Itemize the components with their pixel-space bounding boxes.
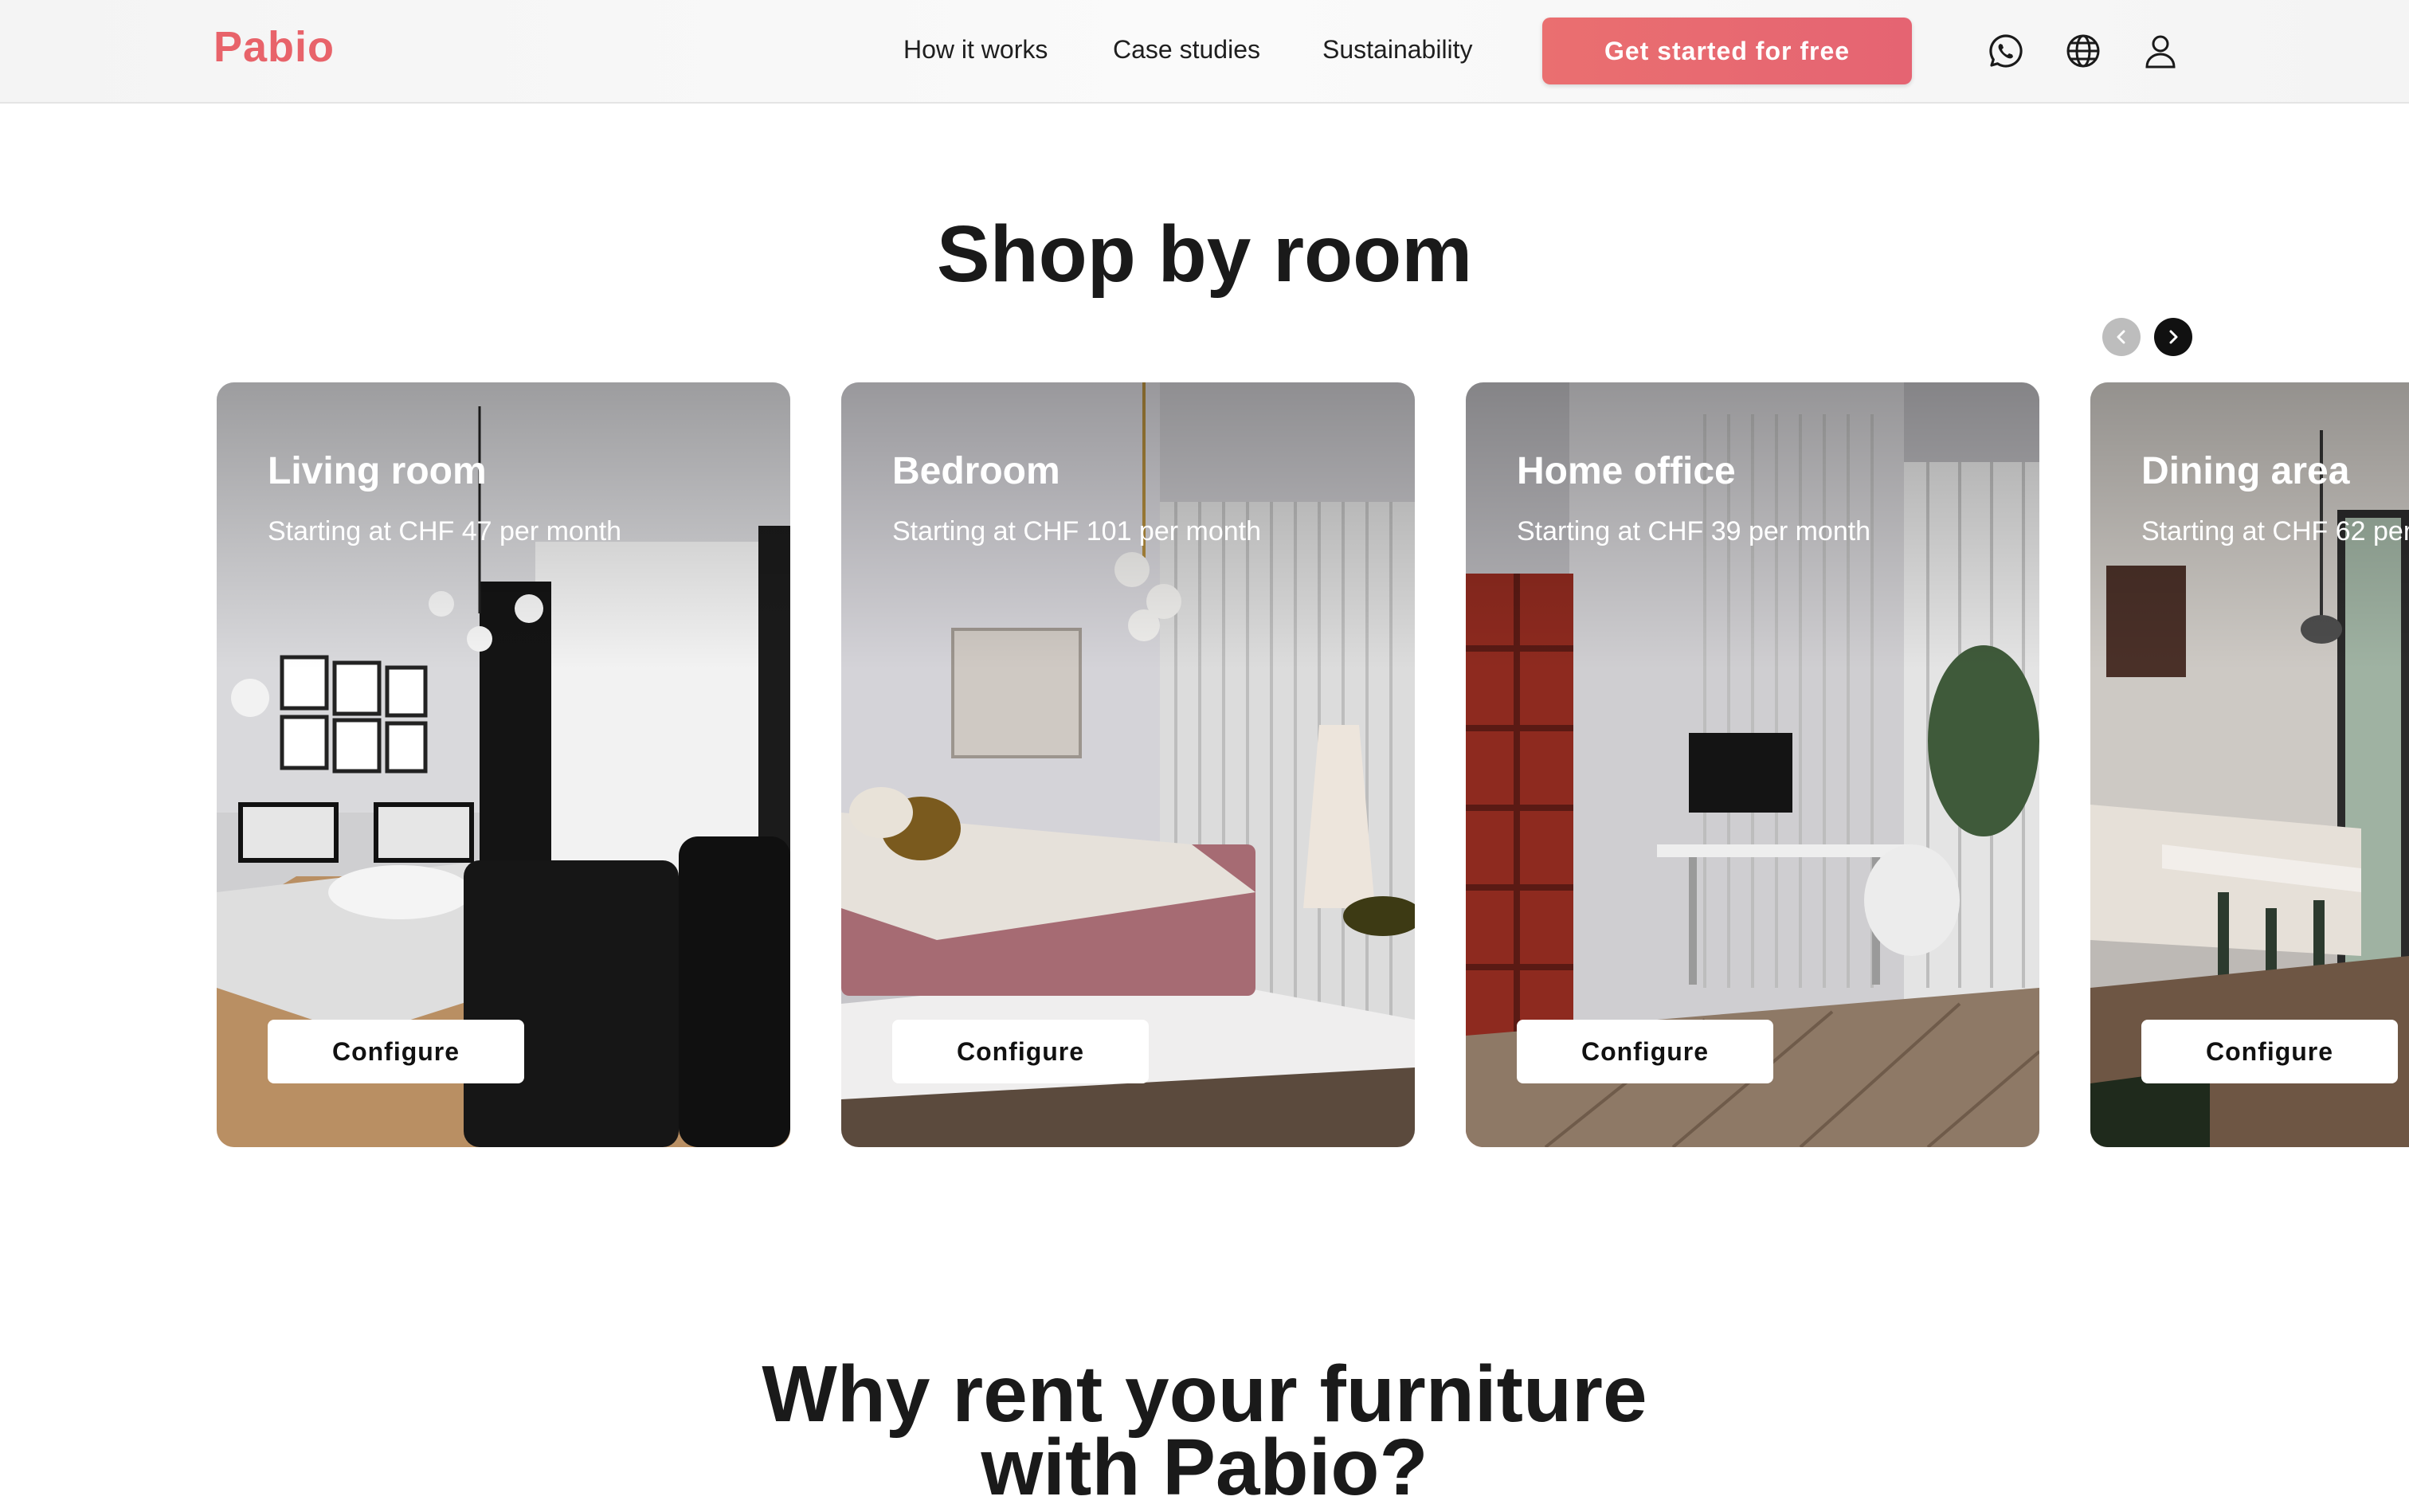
room-title: Living room bbox=[268, 450, 487, 492]
configure-button[interactable]: Configure bbox=[892, 1020, 1149, 1083]
room-card-bedroom[interactable]: Bedroom Starting at CHF 101 per month Co… bbox=[841, 382, 1415, 1147]
logo[interactable]: Pabio bbox=[213, 22, 335, 72]
chevron-right-icon bbox=[2169, 330, 2178, 344]
get-started-button[interactable]: Get started for free bbox=[1542, 18, 1912, 84]
carousel-prev-button[interactable] bbox=[2102, 318, 2141, 356]
user-icon[interactable] bbox=[2141, 32, 2180, 70]
site-header: Pabio How it works Case studies Sustaina… bbox=[0, 0, 2409, 104]
configure-button[interactable]: Configure bbox=[268, 1020, 524, 1083]
section-title: Shop by room bbox=[936, 210, 1473, 299]
carousel-next-button[interactable] bbox=[2154, 318, 2192, 356]
room-title: Bedroom bbox=[892, 450, 1060, 492]
nav-sustainability[interactable]: Sustainability bbox=[1322, 35, 1473, 65]
globe-icon[interactable] bbox=[2064, 32, 2102, 70]
why-rent-heading: Why rent your furniture with Pabio? bbox=[0, 1354, 2409, 1507]
why-rent-line-2: with Pabio? bbox=[981, 1423, 1428, 1512]
configure-button[interactable]: Configure bbox=[2141, 1020, 2398, 1083]
room-card-dining-area[interactable]: Dining area Starting at CHF 62 per month… bbox=[2090, 382, 2409, 1147]
room-price: Starting at CHF 39 per month bbox=[1517, 516, 1871, 546]
room-title: Home office bbox=[1517, 450, 1736, 492]
room-price: Starting at CHF 47 per month bbox=[268, 516, 622, 546]
room-price: Starting at CHF 62 per month bbox=[2141, 516, 2409, 546]
nav-case-studies[interactable]: Case studies bbox=[1113, 35, 1260, 65]
room-card-living-room[interactable]: Living room Starting at CHF 47 per month… bbox=[217, 382, 790, 1147]
configure-button[interactable]: Configure bbox=[1517, 1020, 1773, 1083]
chevron-left-icon bbox=[2117, 330, 2125, 344]
room-price: Starting at CHF 101 per month bbox=[892, 516, 1262, 546]
whatsapp-icon[interactable] bbox=[1987, 32, 2025, 70]
room-title: Dining area bbox=[2141, 450, 2350, 492]
nav-how-it-works[interactable]: How it works bbox=[903, 35, 1048, 65]
room-card-home-office[interactable]: Home office Starting at CHF 39 per month… bbox=[1466, 382, 2039, 1147]
